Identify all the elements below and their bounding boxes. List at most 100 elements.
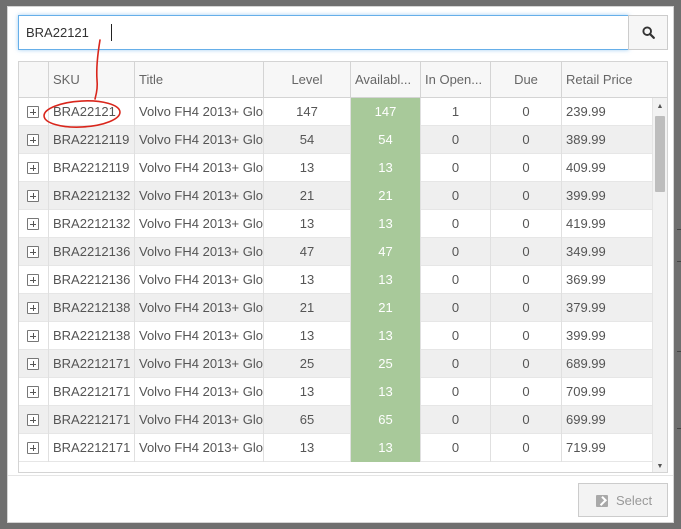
table-row[interactable]: BRA2212171 Volvo FH4 2013+ Glo 13 13 0 0 709.9…: [19, 378, 652, 406]
plus-square-icon[interactable]: [27, 162, 39, 174]
cell-available: 13: [350, 434, 420, 462]
cell-available: 21: [350, 294, 420, 322]
cell-available: 54: [350, 126, 420, 154]
table-row[interactable]: BRA2212132 Volvo FH4 2013+ Glo 21 21 0 0 399.9…: [19, 182, 652, 210]
header-available[interactable]: Availabl...: [350, 62, 420, 98]
cell-available: 65: [350, 406, 420, 434]
cell-sku: BRA2212119: [48, 154, 134, 182]
search-input[interactable]: [18, 15, 629, 50]
header-due[interactable]: Due: [490, 62, 561, 98]
cell-retail: 719.99: [561, 434, 652, 462]
cell-due: 0: [490, 210, 561, 238]
table-row[interactable]: BRA2212136 Volvo FH4 2013+ Glo 47 47 0 0 349.9…: [19, 238, 652, 266]
table-row[interactable]: BRA2212138 Volvo FH4 2013+ Glo 21 21 0 0 379.9…: [19, 294, 652, 322]
cell-level: 13: [263, 378, 350, 406]
cell-level: 13: [263, 322, 350, 350]
cell-in-open: 0: [420, 238, 490, 266]
cell-level: 47: [263, 238, 350, 266]
plus-square-icon[interactable]: [27, 246, 39, 258]
plus-square-icon[interactable]: [27, 134, 39, 146]
cell-sku: BRA2212171: [48, 378, 134, 406]
table-row[interactable]: BRA2212171 Volvo FH4 2013+ Glo 65 65 0 0 699.9…: [19, 406, 652, 434]
cell-level: 13: [263, 154, 350, 182]
cell-in-open: 0: [420, 294, 490, 322]
table-row[interactable]: BRA2212136 Volvo FH4 2013+ Glo 13 13 0 0 369.9…: [19, 266, 652, 294]
cell-sku: BRA2212119: [48, 126, 134, 154]
plus-square-icon[interactable]: [27, 358, 39, 370]
cell-title: Volvo FH4 2013+ Glo: [134, 126, 263, 154]
cell-level: 13: [263, 266, 350, 294]
plus-square-icon[interactable]: [27, 218, 39, 230]
plus-square-icon[interactable]: [27, 386, 39, 398]
background-page-edge: [675, 0, 681, 529]
cell-level: 147: [263, 98, 350, 126]
cell-title: Volvo FH4 2013+ Glo: [134, 434, 263, 462]
header-expand: [19, 62, 48, 98]
table-row[interactable]: BRA2212119 Volvo FH4 2013+ Glo 13 13 0 0 409.9…: [19, 154, 652, 182]
search-bar: [18, 15, 668, 50]
plus-square-icon[interactable]: [27, 302, 39, 314]
select-button[interactable]: Select: [578, 483, 668, 517]
cell-sku: BRA2212171: [48, 350, 134, 378]
cell-available: 13: [350, 154, 420, 182]
cell-available: 13: [350, 378, 420, 406]
footer-divider: [8, 475, 673, 476]
header-level[interactable]: Level: [263, 62, 350, 98]
cell-sku: BRA2212171: [48, 406, 134, 434]
cell-in-open: 0: [420, 350, 490, 378]
table-row[interactable]: BRA22121 Volvo FH4 2013+ Glo 147 147 1 0 239.9…: [19, 98, 652, 126]
plus-square-icon[interactable]: [27, 274, 39, 286]
header-sku[interactable]: SKU: [48, 62, 134, 98]
cell-in-open: 0: [420, 126, 490, 154]
cell-title: Volvo FH4 2013+ Glo: [134, 98, 263, 126]
expand-cell: [19, 182, 48, 210]
cell-title: Volvo FH4 2013+ Glo: [134, 210, 263, 238]
header-in-open[interactable]: In Open...: [420, 62, 490, 98]
select-button-label: Select: [616, 493, 653, 508]
header-retail-price[interactable]: Retail Price: [561, 62, 667, 98]
cell-retail: 389.99: [561, 126, 652, 154]
plus-square-icon[interactable]: [27, 330, 39, 342]
scroll-down-arrow-icon[interactable]: ▼: [653, 460, 667, 472]
vertical-scrollbar[interactable]: ▲ ▼: [652, 98, 667, 472]
expand-cell: [19, 294, 48, 322]
cell-due: 0: [490, 126, 561, 154]
table-row[interactable]: BRA2212171 Volvo FH4 2013+ Glo 13 13 0 0 719.9…: [19, 434, 652, 462]
header-title[interactable]: Title: [134, 62, 263, 98]
table-row[interactable]: BRA2212171 Volvo FH4 2013+ Glo 25 25 0 0 689.9…: [19, 350, 652, 378]
cell-due: 0: [490, 294, 561, 322]
scrollbar-thumb[interactable]: [655, 116, 665, 192]
table-row[interactable]: BRA2212119 Volvo FH4 2013+ Glo 54 54 0 0 389.9…: [19, 126, 652, 154]
cell-title: Volvo FH4 2013+ Glo: [134, 266, 263, 294]
cell-sku: BRA2212138: [48, 322, 134, 350]
table-row[interactable]: BRA2212132 Volvo FH4 2013+ Glo 13 13 0 0 419.9…: [19, 210, 652, 238]
cell-in-open: 0: [420, 322, 490, 350]
table-row[interactable]: BRA2212138 Volvo FH4 2013+ Glo 13 13 0 0 399.9…: [19, 322, 652, 350]
expand-cell: [19, 322, 48, 350]
cell-retail: 379.99: [561, 294, 652, 322]
cell-due: 0: [490, 182, 561, 210]
cell-retail: 399.99: [561, 182, 652, 210]
cell-retail: 239.99: [561, 98, 652, 126]
cell-title: Volvo FH4 2013+ Glo: [134, 154, 263, 182]
plus-square-icon[interactable]: [27, 442, 39, 454]
cell-available: 13: [350, 210, 420, 238]
cell-retail: 399.99: [561, 322, 652, 350]
cell-title: Volvo FH4 2013+ Glo: [134, 378, 263, 406]
scroll-up-arrow-icon[interactable]: ▲: [653, 100, 667, 114]
cell-due: 0: [490, 350, 561, 378]
cell-due: 0: [490, 434, 561, 462]
search-icon: [642, 26, 655, 39]
expand-cell: [19, 238, 48, 266]
cell-title: Volvo FH4 2013+ Glo: [134, 406, 263, 434]
plus-square-icon[interactable]: [27, 106, 39, 118]
cell-retail: 709.99: [561, 378, 652, 406]
plus-square-icon[interactable]: [27, 414, 39, 426]
cell-retail: 349.99: [561, 238, 652, 266]
cell-level: 65: [263, 406, 350, 434]
search-button[interactable]: [628, 15, 668, 50]
cell-available: 21: [350, 182, 420, 210]
cell-in-open: 0: [420, 210, 490, 238]
cell-sku: BRA2212138: [48, 294, 134, 322]
plus-square-icon[interactable]: [27, 190, 39, 202]
